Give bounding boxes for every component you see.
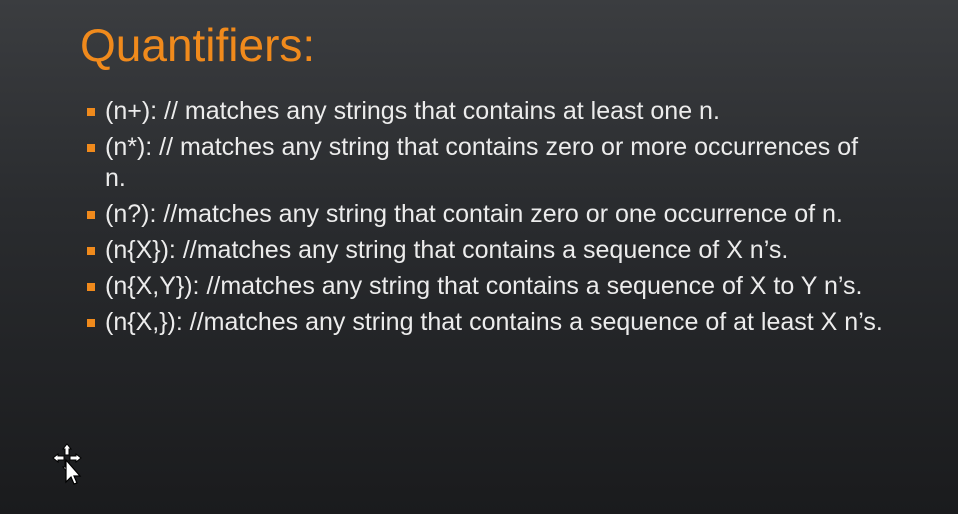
list-item: (n{X}): //matches any string that contai… <box>85 235 885 266</box>
slide-title: Quantifiers: <box>80 19 316 71</box>
list-item: (n*): // matches any string that contain… <box>85 132 885 194</box>
bullet-text: (n+): // matches any strings that contai… <box>105 97 720 125</box>
bullet-text: (n{X}): //matches any string that contai… <box>105 236 789 264</box>
bullet-marker <box>87 211 95 219</box>
move-cursor-graphic <box>52 443 82 485</box>
list-item: (n{X,}): //matches any string that conta… <box>85 307 885 338</box>
bullet-marker <box>87 144 95 152</box>
bullet-text: (n*): // matches any string that contain… <box>105 133 859 192</box>
bullet-marker <box>87 283 95 291</box>
bullet-marker <box>87 108 95 116</box>
bullet-list: (n+): // matches any strings that contai… <box>85 96 885 343</box>
bullet-text: (n?): //matches any string that contain … <box>105 200 843 228</box>
bullet-text: (n{X,Y}): //matches any string that cont… <box>105 272 863 300</box>
presentation-slide: Quantifiers: (n+): // matches any string… <box>0 0 958 514</box>
move-cursor-icon <box>52 442 86 486</box>
bullet-text: (n{X,}): //matches any string that conta… <box>105 308 883 336</box>
list-item: (n+): // matches any strings that contai… <box>85 96 885 127</box>
list-item: (n?): //matches any string that contain … <box>85 199 885 230</box>
bullet-marker <box>87 319 95 327</box>
bullet-marker <box>87 247 95 255</box>
list-item: (n{X,Y}): //matches any string that cont… <box>85 271 885 302</box>
